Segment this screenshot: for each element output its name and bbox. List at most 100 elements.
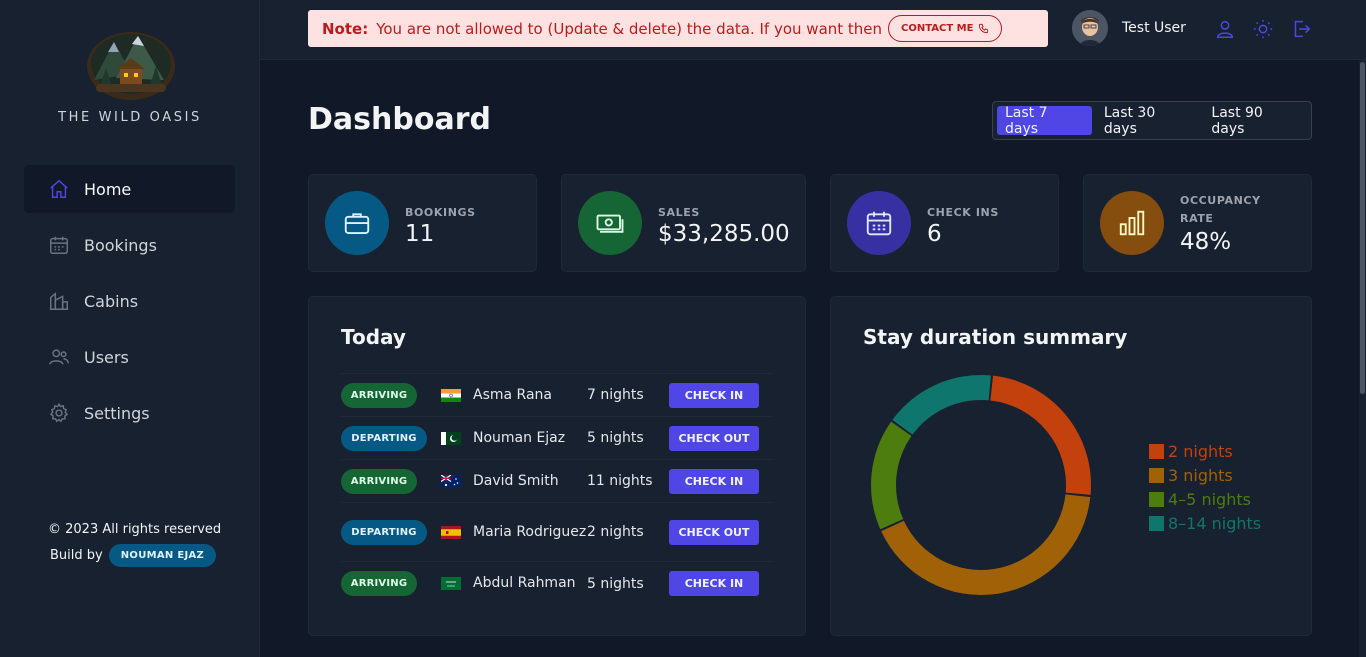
phone-icon <box>979 23 989 34</box>
sun-icon[interactable] <box>1252 18 1274 40</box>
check-in-button[interactable]: CHECK IN <box>669 468 759 494</box>
copyright-text: © 2023 All rights reserved <box>48 522 222 537</box>
stat-label: SALES <box>658 206 700 219</box>
filter-last-90-days[interactable]: Last 90 days <box>1203 105 1307 137</box>
stat-value: 6 <box>927 221 942 247</box>
contact-label: CONTACT ME <box>901 23 974 34</box>
nights-count: 2 nights <box>587 524 644 540</box>
india-flag-icon <box>441 388 461 402</box>
pakistan-flag-icon <box>441 431 461 445</box>
users-icon <box>49 349 69 365</box>
stay-duration-panel: Stay duration summary 2 nights 3 nights 4–… <box>830 296 1312 636</box>
avatar <box>1072 10 1108 46</box>
legend-label: 4–5 nights <box>1168 489 1251 509</box>
chart-legend: 2 nights 3 nights 4–5 nights 8–14 nights <box>1149 439 1261 535</box>
nights-count: 5 nights <box>587 430 644 446</box>
status-badge: DEPARTING <box>341 425 427 451</box>
donut-slice-8-14-nights[interactable] <box>892 375 991 435</box>
stat-value: 11 <box>405 221 435 247</box>
guest-name: Maria Rodriguez <box>473 523 587 540</box>
guest-name: Nouman Ejaz <box>473 429 566 446</box>
guest-name: Abdul Rahman <box>473 575 576 591</box>
donut-slice-2-nights[interactable] <box>990 375 1091 495</box>
sidebar-item-label: Users <box>84 347 129 367</box>
sidebar-item-settings[interactable]: Settings <box>24 389 235 437</box>
stay-duration-title: Stay duration summary <box>863 325 1128 349</box>
sidebar-item-label: Cabins <box>84 291 139 311</box>
stat-label: CHECK INS <box>927 206 999 219</box>
today-panel: Today ARRIVING Asma Rana 7 nights CHECK … <box>308 296 806 636</box>
stat-card-occupancy: OCCUPANCY RATE 48% <box>1083 174 1312 272</box>
legend-item: 4–5 nights <box>1149 487 1261 511</box>
logout-icon[interactable] <box>1290 18 1312 40</box>
guest-name: David Smith <box>473 472 559 489</box>
sidebar-item-home[interactable]: Home <box>24 165 235 213</box>
list-item: ARRIVING Abdul Rahman 5 nights CHECK IN <box>341 562 773 605</box>
contact-me-button[interactable]: CONTACT ME <box>888 15 1003 42</box>
sidebar-item-label: Bookings <box>84 235 157 255</box>
status-badge: ARRIVING <box>341 571 417 596</box>
calendar-icon <box>50 236 68 254</box>
donut-slice-4-5-nights[interactable] <box>871 421 912 530</box>
stat-card-sales: SALES $33,285.00 <box>561 174 806 272</box>
top-header: Note: You are not allowed to (Update & d… <box>260 0 1366 60</box>
banknotes-icon <box>578 191 642 255</box>
check-in-button[interactable]: CHECK IN <box>669 382 759 408</box>
nights-count: 11 nights <box>587 473 653 489</box>
sidebar-item-users[interactable]: Users <box>24 333 235 381</box>
date-filter: Last 7 days Last 30 days Last 90 days <box>992 101 1312 140</box>
legend-item: 3 nights <box>1149 463 1261 487</box>
sidebar: THE WILD OASIS Home Bookings Cabins User… <box>0 0 260 657</box>
legend-label: 2 nights <box>1168 441 1233 461</box>
list-item: DEPARTING Maria Rodriguez 2 nights CHECK… <box>341 503 773 562</box>
legend-label: 8–14 nights <box>1168 513 1262 533</box>
user-name: Test User <box>1122 20 1186 36</box>
nights-count: 7 nights <box>587 387 644 403</box>
legend-swatch <box>1149 491 1164 507</box>
build-prefix: Build by <box>50 548 103 563</box>
check-out-button[interactable]: CHECK OUT <box>669 519 759 545</box>
status-badge: ARRIVING <box>341 468 417 494</box>
stat-label: OCCUPANCY RATE <box>1180 194 1261 225</box>
stay-duration-donut-chart <box>871 375 1091 595</box>
gear-icon <box>49 402 69 423</box>
sidebar-item-cabins[interactable]: Cabins <box>24 277 235 325</box>
status-badge: DEPARTING <box>341 519 427 545</box>
filter-last-7-days[interactable]: Last 7 days <box>997 105 1092 137</box>
scrollbar-thumb[interactable] <box>1360 62 1365 394</box>
filter-last-30-days[interactable]: Last 30 days <box>1096 105 1200 137</box>
sidebar-item-label: Home <box>84 179 132 199</box>
today-title: Today <box>341 325 406 349</box>
legend-swatch <box>1149 515 1164 531</box>
sidebar-item-bookings[interactable]: Bookings <box>24 221 235 269</box>
stat-card-bookings: BOOKINGS 11 <box>308 174 537 272</box>
guest-name: Asma Rana <box>473 386 552 403</box>
legend-swatch <box>1149 467 1164 483</box>
sidebar-item-label: Settings <box>84 403 150 423</box>
today-list: ARRIVING Asma Rana 7 nights CHECK IN DEP… <box>341 373 773 605</box>
page-title: Dashboard <box>308 102 491 137</box>
check-out-button[interactable]: CHECK OUT <box>669 425 759 451</box>
brand-name: THE WILD OASIS <box>58 110 202 125</box>
list-item: ARRIVING David Smith 11 nights CHECK IN <box>341 460 773 503</box>
avatar-image <box>1072 10 1108 46</box>
legend-item: 8–14 nights <box>1149 511 1261 535</box>
note-text: You are not allowed to (Update & delete)… <box>376 19 883 38</box>
author-badge[interactable]: NOUMAN EJAZ <box>108 544 217 567</box>
donut-slice-3-nights[interactable] <box>881 494 1091 595</box>
chart-bar-icon <box>1100 191 1164 255</box>
legend-swatch <box>1149 443 1164 459</box>
check-in-button[interactable]: CHECK IN <box>669 571 759 596</box>
user-profile[interactable]: Test User <box>1072 10 1186 46</box>
list-item: ARRIVING Asma Rana 7 nights CHECK IN <box>341 374 773 417</box>
spain-flag-icon <box>441 525 461 539</box>
nights-count: 5 nights <box>587 575 644 592</box>
cabin-icon <box>49 292 69 310</box>
stat-value: $33,285.00 <box>658 221 790 247</box>
home-icon <box>50 179 68 198</box>
saudi-arabia-flag-icon <box>441 577 461 590</box>
status-badge: ARRIVING <box>341 382 417 408</box>
user-icon[interactable] <box>1214 18 1236 40</box>
list-item: DEPARTING Nouman Ejaz 5 nights CHECK OUT <box>341 417 773 460</box>
wild-oasis-logo <box>87 32 175 100</box>
